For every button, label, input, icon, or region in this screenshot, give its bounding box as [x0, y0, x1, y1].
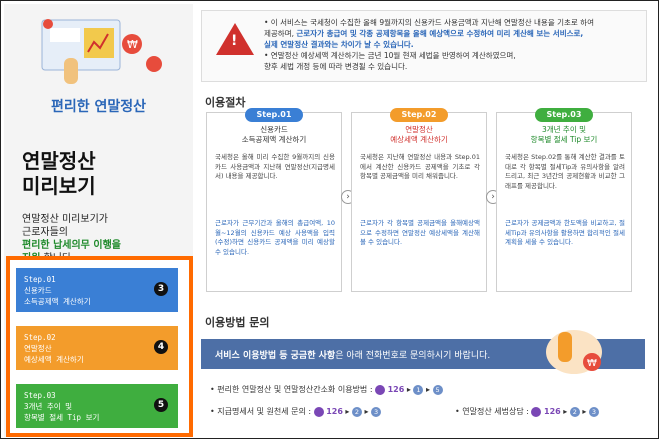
steps-highlight-box: Step.01 신용카드 소득공제액 계산하기 3 Step.02 연말정산 예…: [6, 256, 193, 437]
notice-line5: 향후 세법 개정 등에 따라 변경될 수 있습니다.: [264, 62, 408, 71]
intro-line2: 근로자들의: [22, 227, 68, 238]
phone-icon: [313, 406, 324, 417]
step-03-button[interactable]: Step.03 3개년 추이 및 항목별 절세 Tip 보기 5: [16, 384, 178, 428]
step-02-title: 연말정산: [24, 344, 52, 353]
step-03-label: Step.03: [24, 391, 56, 400]
intro-line3: 편리한 납세의무 이행을: [22, 240, 121, 251]
step-03-title: 3개년 추이 및: [24, 402, 73, 411]
step-01-pill: Step.01: [245, 108, 303, 122]
contact-3-option-a: 2: [569, 406, 580, 417]
step-01-badge: 3: [154, 282, 168, 296]
step-01-button[interactable]: Step.01 신용카드 소득공제액 계산하기 3: [16, 268, 178, 312]
contact-1-option-a: 1: [413, 384, 424, 395]
contact-row-3: • 연말정산 세법상담 : 126 ▸ 2 ▸ 3: [455, 406, 599, 417]
contact-3-label: • 연말정산 세법상담 :: [455, 407, 529, 416]
svg-text:₩: ₩: [587, 358, 597, 369]
contact-2-number: 126: [326, 407, 343, 416]
procedure-card-1: 신용카드 소득공제액 계산하기 국세청은 올해 미리 수집한 9월까지의 신용카…: [206, 112, 342, 292]
card3-h1: 3개년 추이 및: [541, 125, 587, 134]
page-title-line2: 미리보기: [22, 174, 96, 198]
procedure-card-2: 연말정산 예상세액 계산하기 국세청은 지난해 연말정산 내용과 Step.01…: [351, 112, 487, 292]
notice-text: • 이 서비스는 국세청이 수집한 올해 9월까지의 신용카드 사용금액과 지난…: [264, 17, 642, 72]
card1-desc: 국세청은 올해 미리 수집한 9월까지의 신용카드 사용금액과 지난해 연말정산…: [215, 153, 335, 180]
card2-h2: 예상세액 계산하기: [390, 135, 448, 144]
notice-line3: 실제 연말정산 결과와는 차이가 날 수 있습니다.: [264, 40, 414, 49]
contact-1-option-b: 5: [432, 384, 443, 395]
step-02-button[interactable]: Step.02 연말정산 예상세액 계산하기 4: [16, 326, 178, 370]
contact-2-option-a: 2: [352, 406, 362, 417]
notice-line4: • 연말정산 예상세액 계산하기는 금년 10월 현재 세법을 반영하여 계산하…: [264, 51, 516, 60]
contact-1-number: 126: [387, 385, 405, 394]
step-01-title: 신용카드: [24, 286, 52, 295]
card2-h1: 연말정산: [405, 125, 433, 134]
notice-line2a: 제공하며,: [264, 29, 294, 38]
banner-rest: 은 아래 전화번호로 문의하시기 바랍니다.: [335, 351, 491, 361]
contact-2-option-b: 3: [371, 406, 382, 417]
card1-user-desc: 근로자가 근무기간과 올해의 총급여액, 10월~12월의 신용카드 예상 사용…: [215, 219, 335, 256]
notice-line1: • 이 서비스는 국세청이 수집한 올해 9월까지의 신용카드 사용금액과 지난…: [264, 18, 594, 27]
page-title: 연말정산 미리보기: [22, 149, 96, 199]
page-title-line1: 연말정산: [22, 149, 96, 173]
contact-3-number: 126: [544, 407, 561, 416]
step-03-badge: 5: [154, 398, 168, 412]
contact-row-1: • 편리한 연말정산 및 연말정산간소화 이용방법 : 126 ▸ 1 ▸ 5: [210, 384, 443, 395]
notice-line2: 제공하며, 근로자가 총급여 및 각종 공제항목을 올해 예상액으로 수정하여 …: [264, 28, 642, 39]
card1-h1: 신용카드: [260, 125, 288, 134]
svg-text:₩: ₩: [127, 38, 138, 51]
step-03-subtitle: 항목별 절세 Tip 보기: [24, 413, 100, 422]
card1-h2: 소득공제액 계산하기: [241, 135, 307, 144]
step-02-badge: 4: [154, 340, 168, 354]
procedure-title: 이용절차: [205, 96, 246, 109]
banner-bold: 서비스 이용방법 등 궁금한 사항: [215, 351, 336, 361]
inquiry-title: 이용방법 문의: [205, 316, 270, 329]
brand-title: 편리한 연말정산: [50, 99, 147, 115]
inquiry-banner-text: 서비스 이용방법 등 궁금한 사항은 아래 전화번호로 문의하시기 바랍니다.: [215, 348, 490, 361]
procedure-card-3-heading: 3개년 추이 및 항목별 절세 Tip 보기: [497, 125, 631, 145]
notice-line2b: 근로자가 총급여 및 각종 공제항목을 올해 예상액으로 수정하여 미리 계산해…: [296, 29, 584, 38]
phone-icon: [375, 384, 386, 395]
notice-box: ! • 이 서비스는 국세청이 수집한 올해 9월까지의 신용카드 사용금액과 …: [201, 10, 647, 82]
warning-exclamation: !: [231, 33, 238, 49]
procedure-card-1-heading: 신용카드 소득공제액 계산하기: [207, 125, 341, 145]
intro-line1: 연말정산 미리보기가: [22, 214, 108, 225]
card2-user-desc: 근로자가 각 항목별 공제금액을 올해예상액으로 수정하면 연말정산 예상세액을…: [360, 219, 480, 246]
procedure-card-3: 3개년 추이 및 항목별 절세 Tip 보기 국세청은 Step.02를 통해 …: [496, 112, 632, 292]
contact-2-label: • 지급명세서 및 원천세 문의 :: [210, 407, 312, 416]
step-02-pill: Step.02: [390, 108, 448, 122]
step-02-subtitle: 예상세액 계산하기: [24, 355, 84, 364]
phone-illustration-icon: ₩: [546, 330, 602, 374]
step-01-subtitle: 소득공제액 계산하기: [24, 297, 91, 306]
step-01-label: Step.01: [24, 275, 56, 284]
card3-user-desc: 근로자가 공제금액과 한도액을 비교하고, 절세Tip과 유의사항을 활용하면 …: [505, 219, 625, 246]
contact-row-2: • 지급명세서 및 원천세 문의 : 126 ▸ 2 ▸ 3: [210, 406, 382, 417]
contact-1-label: • 편리한 연말정산 및 연말정산간소화 이용방법 :: [210, 385, 373, 394]
step-03-pill: Step.03: [535, 108, 593, 122]
calculator-illustration-icon: ₩: [41, 19, 162, 84]
procedure-card-2-heading: 연말정산 예상세액 계산하기: [352, 125, 486, 145]
phone-icon: [531, 406, 542, 417]
contact-3-option-b: 3: [588, 406, 599, 417]
step-02-label: Step.02: [24, 333, 56, 342]
card3-desc: 국세청은 Step.02를 통해 계산한 결과를 토대로 각 항목별 절세Tip…: [505, 153, 625, 190]
card2-desc: 국세청은 지난해 연말정산 내용과 Step.01에서 계산한 신용카드 공제액…: [360, 153, 480, 180]
card3-h2: 항목별 절세 Tip 보기: [530, 135, 598, 144]
